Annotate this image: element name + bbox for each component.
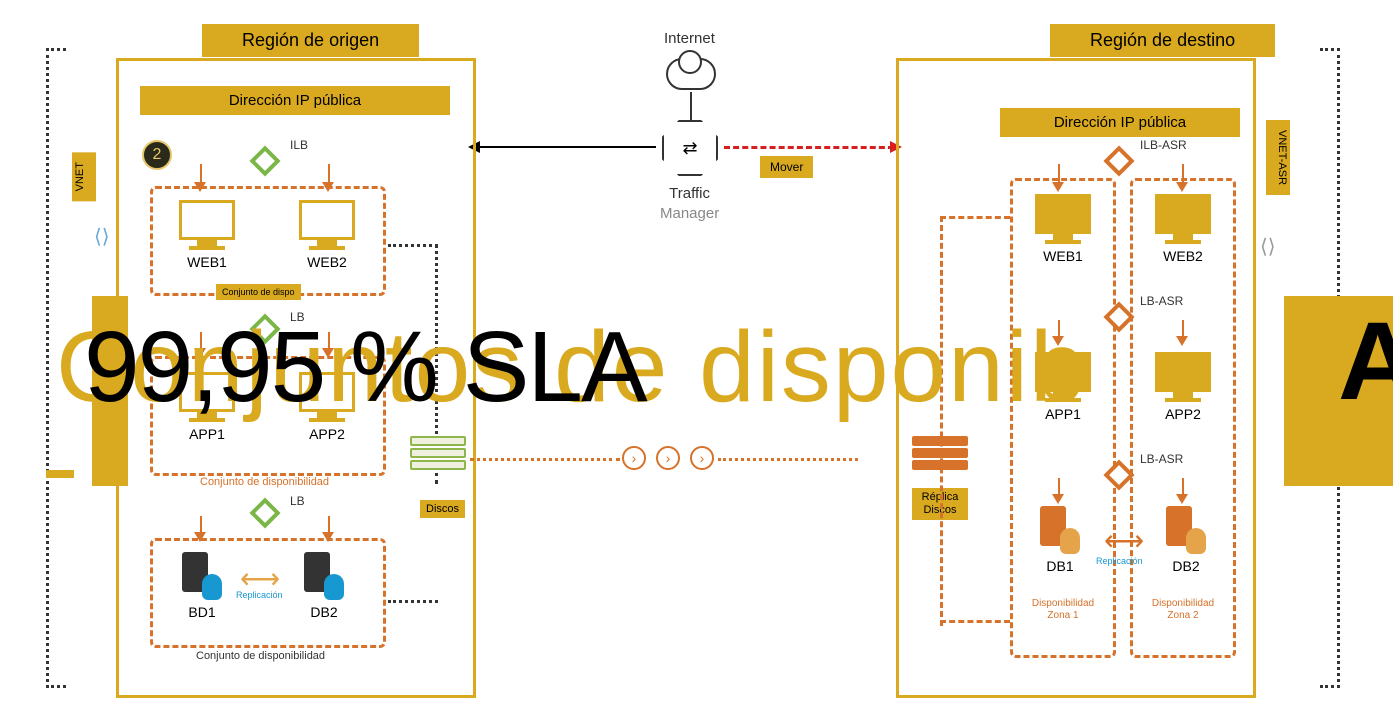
outer-bracket-left bbox=[46, 48, 66, 688]
zone1-label: Disponibilidad Zona 1 bbox=[1022, 598, 1104, 622]
replica-path-bottom bbox=[940, 620, 1010, 623]
source-region-title: Región de origen bbox=[202, 24, 419, 57]
source-ilb-label: ILB bbox=[290, 138, 308, 152]
src-ilb-line-2 bbox=[328, 164, 330, 184]
internet-label: Internet bbox=[664, 30, 715, 47]
tm-left-arrow bbox=[480, 146, 656, 148]
source-app1: APP1 bbox=[172, 372, 242, 442]
tgt-lb1-arr-1 bbox=[1052, 336, 1064, 346]
tm-text-1: Traffic bbox=[669, 185, 710, 202]
src-web1-label: WEB1 bbox=[172, 254, 242, 270]
tgt-app1-label: APP1 bbox=[1028, 406, 1098, 422]
src-ilb-line-1 bbox=[200, 164, 202, 184]
db-icon bbox=[202, 574, 222, 600]
target-vnet-icon: ⟨⟩ bbox=[1260, 234, 1276, 259]
source-app2: APP2 bbox=[292, 372, 362, 442]
cube-icon bbox=[318, 383, 342, 407]
source-lb1-label: LB bbox=[290, 310, 305, 324]
traffic-manager-label: Traffic Manager bbox=[660, 184, 719, 223]
disk-layer bbox=[410, 460, 466, 470]
zone2-label: Disponibilidad Zona 2 bbox=[1142, 598, 1224, 622]
chev-3: › bbox=[690, 446, 714, 470]
target-public-ip: Dirección IP pública bbox=[1000, 108, 1240, 137]
source-lb2-label: LB bbox=[290, 494, 305, 508]
replica-path-top bbox=[940, 216, 1010, 626]
target-ilb-label: ILB-ASR bbox=[1140, 138, 1187, 152]
src-avail-3: Conjunto de disponibilidad bbox=[196, 650, 325, 662]
src-app2-label: APP2 bbox=[292, 426, 362, 442]
target-vnet-tab: VNET-ASR bbox=[1266, 120, 1290, 195]
target-region-title: Región de destino bbox=[1050, 24, 1275, 57]
db-icon bbox=[1060, 528, 1080, 554]
cloud-icon bbox=[666, 58, 716, 90]
chev-2: › bbox=[656, 446, 680, 470]
tgt-repl-arrow: ⟷ bbox=[1104, 524, 1144, 557]
mover-label: Mover bbox=[760, 156, 813, 178]
source-web2: WEB2 bbox=[292, 200, 362, 270]
tgt-lb2-arr-1 bbox=[1052, 494, 1064, 504]
target-db2: DB2 bbox=[1156, 506, 1216, 574]
traffic-manager-icon: ⇄ bbox=[662, 120, 718, 176]
cloud-to-tm-line bbox=[690, 92, 692, 120]
chev-1: › bbox=[622, 446, 646, 470]
src-dot-2 bbox=[388, 600, 438, 603]
right-gold-block bbox=[1284, 296, 1393, 486]
source-badge-2: 2 bbox=[142, 140, 172, 170]
tgt-repl-label: Replicación bbox=[1096, 556, 1143, 566]
source-db2: DB2 bbox=[294, 552, 354, 620]
tm-text-2: Manager bbox=[660, 205, 719, 222]
left-gold-block-1 bbox=[92, 296, 128, 486]
src-repl-label: Replicación bbox=[236, 590, 283, 600]
target-db1: DB1 bbox=[1030, 506, 1090, 574]
source-web1: WEB1 bbox=[172, 200, 242, 270]
tm-right-arrow bbox=[724, 146, 894, 149]
source-vnet-tab: VNET bbox=[72, 152, 96, 201]
src-avail-2: Conjunto de disponibilidad bbox=[200, 476, 329, 488]
tgt-lb2-arr-2 bbox=[1176, 494, 1188, 504]
target-app2: APP2 bbox=[1148, 352, 1218, 422]
target-lb1-label: LB-ASR bbox=[1140, 294, 1183, 308]
src-web2-label: WEB2 bbox=[292, 254, 362, 270]
source-db1: BD1 bbox=[172, 552, 232, 620]
target-web2: WEB2 bbox=[1148, 194, 1218, 264]
src-db2-label: DB2 bbox=[294, 604, 354, 620]
tgt-app2-label: APP2 bbox=[1148, 406, 1218, 422]
left-gold-block-2 bbox=[46, 470, 74, 478]
cube-icon bbox=[198, 211, 222, 235]
disk-layer bbox=[410, 448, 466, 458]
target-lb2-label: LB-ASR bbox=[1140, 452, 1183, 466]
source-disk-stack bbox=[410, 436, 466, 476]
db-icon bbox=[324, 574, 344, 600]
cube-icon bbox=[318, 211, 342, 235]
tgt-db1-label: DB1 bbox=[1030, 558, 1090, 574]
source-public-ip: Dirección IP pública bbox=[140, 86, 450, 115]
tgt-db2-label: DB2 bbox=[1156, 558, 1216, 574]
source-vnet-icon: ⟨⟩ bbox=[94, 224, 110, 249]
disk-layer bbox=[410, 436, 466, 446]
src-app1-label: APP1 bbox=[172, 426, 242, 442]
target-web1: WEB1 bbox=[1028, 194, 1098, 264]
target-app1: APP1 bbox=[1028, 352, 1098, 422]
repl-flow-2 bbox=[718, 458, 858, 461]
source-discos-label: Discos bbox=[420, 500, 465, 518]
repl-flow-1 bbox=[470, 458, 620, 461]
cube-icon bbox=[198, 383, 222, 407]
tgt-web1-label: WEB1 bbox=[1028, 248, 1098, 264]
db-icon bbox=[1186, 528, 1206, 554]
tgt-web2-label: WEB2 bbox=[1148, 248, 1218, 264]
src-db1-label: BD1 bbox=[172, 604, 232, 620]
tgt-lb1-arr-2 bbox=[1176, 336, 1188, 346]
src-avail-1: Conjunto de dispo bbox=[216, 284, 301, 300]
